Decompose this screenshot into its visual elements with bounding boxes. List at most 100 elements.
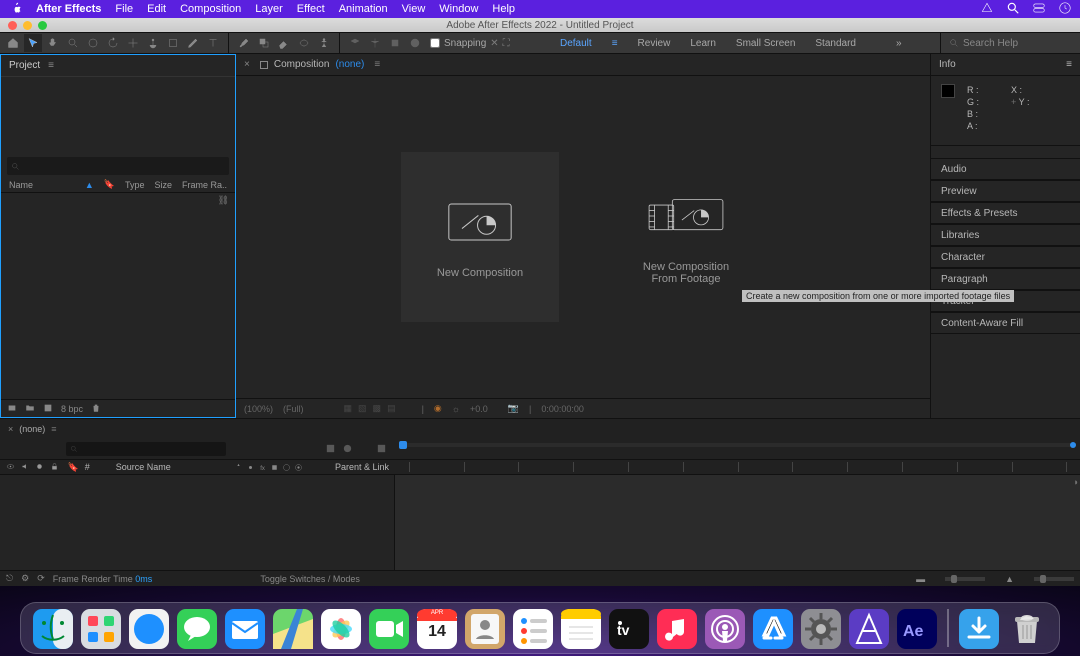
lock-column-icon[interactable] xyxy=(50,462,59,471)
delete-icon[interactable] xyxy=(91,403,101,415)
close-tab-icon[interactable]: × xyxy=(244,59,250,70)
timeline-layer-list[interactable] xyxy=(0,475,395,570)
rotate-tool-icon[interactable] xyxy=(104,34,122,52)
dock-app-contacts[interactable] xyxy=(465,609,505,649)
panel-menu-icon[interactable]: ≡ xyxy=(48,60,54,71)
flowchart-icon[interactable]: ⛓ xyxy=(218,195,229,206)
panel-menu-icon[interactable]: ≡ xyxy=(1066,59,1072,70)
col-frame[interactable]: Frame Ra.. xyxy=(182,180,227,190)
viewer-icon[interactable]: ▧ xyxy=(358,403,367,414)
dock-app-finder[interactable] xyxy=(33,609,73,649)
menubar-status-icon[interactable] xyxy=(980,1,994,18)
zoom-out-icon[interactable]: ▬ xyxy=(916,574,925,584)
dock-app-calendar[interactable]: APR14 xyxy=(417,609,457,649)
exposure-value[interactable]: +0.0 xyxy=(470,404,488,414)
workspace-standard[interactable]: Standard xyxy=(815,38,856,49)
switch-icon[interactable] xyxy=(234,463,243,472)
clone-tool-icon[interactable] xyxy=(255,34,273,52)
control-center-icon[interactable] xyxy=(1032,1,1046,18)
switch-icon[interactable] xyxy=(246,463,255,472)
clock-icon[interactable] xyxy=(1058,1,1072,18)
dock-app-notes[interactable] xyxy=(561,609,601,649)
current-time[interactable]: 0:00:00:00 xyxy=(541,404,584,414)
panel-menu-icon[interactable]: ≡ xyxy=(51,424,56,434)
dock-app-reminders[interactable] xyxy=(513,609,553,649)
menu-effect[interactable]: Effect xyxy=(297,3,325,15)
apple-icon[interactable] xyxy=(10,2,22,17)
audio-column-icon[interactable] xyxy=(21,462,30,471)
pan-behind-tool-icon[interactable] xyxy=(124,34,142,52)
dock-app-launchpad[interactable] xyxy=(81,609,121,649)
new-folder-icon[interactable] xyxy=(25,403,35,415)
timeline-icon[interactable] xyxy=(325,443,336,456)
dock-app-maps[interactable] xyxy=(273,609,313,649)
viewer-icon[interactable]: ▩ xyxy=(373,403,382,414)
panel-paragraph[interactable]: Paragraph xyxy=(931,268,1080,290)
solo-column-icon[interactable] xyxy=(35,462,44,471)
dock-app-settings[interactable] xyxy=(801,609,841,649)
menu-file[interactable]: File xyxy=(115,3,133,15)
dock-trash[interactable] xyxy=(1007,609,1047,649)
3d-tool-icon-2[interactable] xyxy=(366,34,384,52)
interpret-footage-icon[interactable] xyxy=(7,403,17,415)
panel-preview[interactable]: Preview xyxy=(931,180,1080,202)
app-menu[interactable]: After Effects xyxy=(36,3,101,15)
timeline-icon[interactable] xyxy=(308,443,319,456)
menu-window[interactable]: Window xyxy=(439,3,478,15)
viewer-icon[interactable]: ▦ xyxy=(344,403,353,414)
close-tab-icon[interactable]: × xyxy=(8,424,13,434)
panel-audio[interactable]: Audio xyxy=(931,158,1080,180)
workspace-default[interactable]: Default xyxy=(560,38,592,49)
pen-tool-icon[interactable] xyxy=(184,34,202,52)
panel-menu-icon[interactable]: ≡ xyxy=(374,59,380,70)
puppet-tool-icon[interactable] xyxy=(315,34,333,52)
toggle-switches-modes[interactable]: Toggle Switches / Modes xyxy=(260,574,360,584)
shape-tool-icon[interactable] xyxy=(164,34,182,52)
zoom-dropdown[interactable]: (100%) xyxy=(244,404,273,414)
menu-animation[interactable]: Animation xyxy=(339,3,388,15)
tl-foot-icon[interactable]: ⎋ xyxy=(6,573,13,584)
project-panel-tab[interactable]: Project ≡ xyxy=(1,55,235,77)
workspace-smallscreen[interactable]: Small Screen xyxy=(736,38,795,49)
selection-tool-icon[interactable] xyxy=(24,34,42,52)
resolution-dropdown[interactable]: (Full) xyxy=(283,404,304,414)
dock-app-appletv[interactable]: tv xyxy=(609,609,649,649)
snapshot-icon[interactable]: 📷 xyxy=(508,403,519,414)
timeline-icon[interactable] xyxy=(342,443,353,456)
dock-downloads[interactable] xyxy=(959,609,999,649)
timeline-search[interactable] xyxy=(66,442,226,456)
menu-composition[interactable]: Composition xyxy=(180,3,241,15)
bpc-toggle[interactable]: 8 bpc xyxy=(61,404,83,414)
info-panel-tab[interactable]: Info ≡ xyxy=(931,54,1080,76)
parent-link-column[interactable]: Parent & Link xyxy=(335,462,389,472)
dock-app-aftereffects[interactable]: Ae xyxy=(897,609,937,649)
tl-foot-icon[interactable]: ⚙ xyxy=(21,573,29,584)
menu-edit[interactable]: Edit xyxy=(147,3,166,15)
timeline-work-area-bar[interactable] xyxy=(395,439,1080,459)
anchor-tool-icon[interactable] xyxy=(144,34,162,52)
3d-tool-icon-3[interactable] xyxy=(386,34,404,52)
tl-foot-icon[interactable]: ⟳ xyxy=(37,573,45,584)
roto-tool-icon[interactable] xyxy=(295,34,313,52)
snapping-options-icon[interactable]: ✕ xyxy=(490,38,498,49)
dock-app-facetime[interactable] xyxy=(369,609,409,649)
menu-layer[interactable]: Layer xyxy=(255,3,283,15)
dock-app-safari[interactable] xyxy=(129,609,169,649)
timeline-tracks[interactable]: ◑ xyxy=(395,475,1080,570)
workspace-menu-icon[interactable]: ≡ xyxy=(612,38,618,49)
dock-app-appstore[interactable] xyxy=(753,609,793,649)
minimize-window-button[interactable] xyxy=(23,21,32,30)
color-mgmt-icon[interactable]: ◉ xyxy=(434,403,442,414)
eraser-tool-icon[interactable] xyxy=(275,34,293,52)
viewer-icon[interactable]: ▤ xyxy=(387,403,396,414)
workspace-overflow-icon[interactable]: » xyxy=(896,38,902,49)
project-search[interactable] xyxy=(7,157,229,175)
panel-libraries[interactable]: Libraries xyxy=(931,224,1080,246)
timeline-icon[interactable] xyxy=(359,443,370,456)
home-tool-icon[interactable] xyxy=(4,34,22,52)
type-tool-icon[interactable] xyxy=(204,34,222,52)
col-tag-icon[interactable]: 🔖 xyxy=(104,179,115,190)
timeline-icon[interactable] xyxy=(376,443,387,456)
brush-tool-icon[interactable] xyxy=(235,34,253,52)
panel-character[interactable]: Character xyxy=(931,246,1080,268)
